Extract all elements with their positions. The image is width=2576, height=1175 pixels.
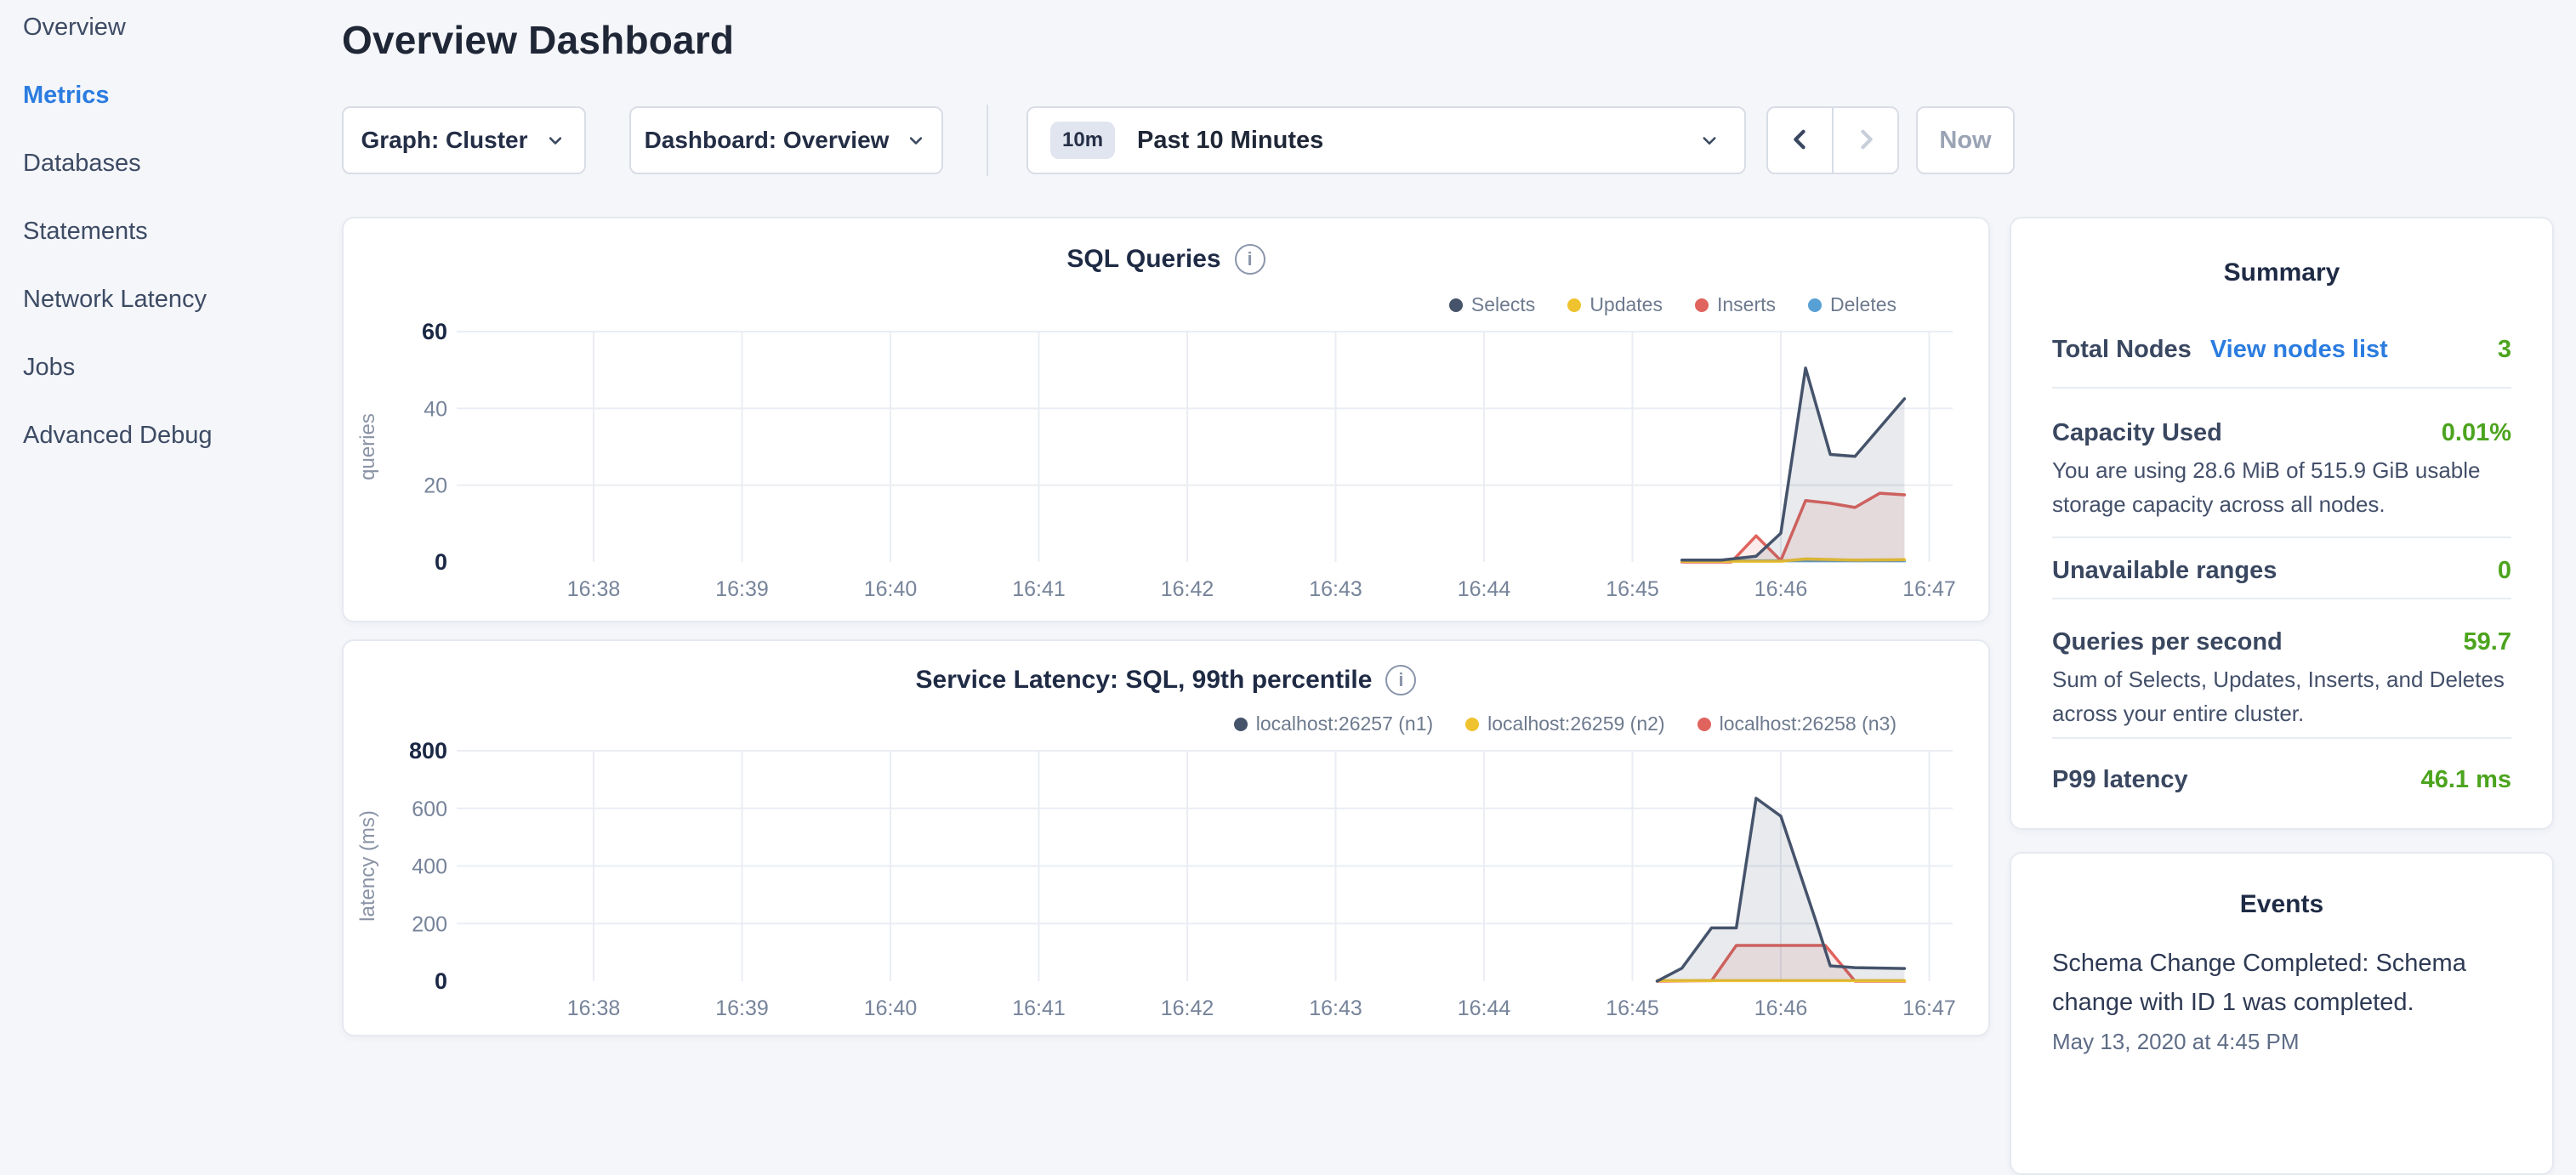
queries-per-second-subtext: Sum of Selects, Updates, Inserts, and De… <box>2052 662 2511 730</box>
svg-text:0: 0 <box>435 968 447 994</box>
prev-range-button[interactable] <box>1768 108 1832 173</box>
svg-text:0: 0 <box>435 549 447 575</box>
sidebar-item-metrics[interactable]: Metrics <box>23 80 342 111</box>
p99-latency-label: P99 latency <box>2052 763 2188 797</box>
event-text: Schema Change Completed: Schema change w… <box>2052 944 2511 1022</box>
queries-per-second-value: 59.7 <box>2464 625 2511 659</box>
svg-text:400: 400 <box>412 855 447 879</box>
svg-text:16:38: 16:38 <box>567 577 621 601</box>
graph-dropdown[interactable]: Graph: Cluster <box>342 106 586 174</box>
total-nodes-label: Total Nodes <box>2052 332 2192 366</box>
svg-text:16:38: 16:38 <box>567 996 621 1020</box>
queries-per-second-label: Queries per second <box>2052 625 2283 659</box>
svg-text:200: 200 <box>412 912 447 936</box>
sidebar-item-statements[interactable]: Statements <box>23 216 342 247</box>
capacity-used-label: Capacity Used <box>2052 416 2222 450</box>
service-latency-chart-card: Service Latency: SQL, 99th percentile i … <box>342 639 1990 1036</box>
graph-dropdown-label: Graph: Cluster <box>361 127 527 154</box>
svg-text:16:40: 16:40 <box>864 577 918 601</box>
divider <box>2052 387 2511 389</box>
svg-text:16:42: 16:42 <box>1161 577 1214 601</box>
event-list-item: Schema Change Completed: Schema change w… <box>2052 944 2511 1055</box>
svg-text:16:43: 16:43 <box>1309 577 1362 601</box>
chevron-down-icon <box>1697 128 1722 153</box>
sidebar-item-network-latency[interactable]: Network Latency <box>23 284 342 315</box>
divider <box>2052 598 2511 599</box>
svg-text:16:46: 16:46 <box>1754 996 1808 1020</box>
chevron-down-icon <box>904 128 928 152</box>
divider <box>2052 536 2511 538</box>
now-button[interactable]: Now <box>1916 106 2015 174</box>
svg-text:16:41: 16:41 <box>1012 577 1066 601</box>
svg-text:16:47: 16:47 <box>1902 577 1956 601</box>
chevron-left-icon <box>1786 125 1815 156</box>
sidebar-item-databases[interactable]: Databases <box>23 148 342 179</box>
summary-row-p99: P99 latency 46.1 ms <box>2052 763 2511 797</box>
sidebar-item-overview[interactable]: Overview <box>23 12 342 43</box>
view-nodes-list-link[interactable]: View nodes list <box>2210 332 2388 366</box>
svg-text:16:40: 16:40 <box>864 996 918 1020</box>
svg-text:20: 20 <box>424 474 447 498</box>
svg-text:16:39: 16:39 <box>715 996 769 1020</box>
sidebar-nav: Overview Metrics Databases Statements Ne… <box>0 0 342 451</box>
divider <box>2052 737 2511 739</box>
time-range-picker[interactable]: 10m Past 10 Minutes <box>1026 106 1746 174</box>
summary-row-qps: Queries per second 59.7 <box>2052 625 2511 659</box>
unavailable-ranges-label: Unavailable ranges <box>2052 553 2277 588</box>
next-range-button[interactable] <box>1832 108 1897 173</box>
unavailable-ranges-value: 0 <box>2498 553 2511 588</box>
svg-text:16:41: 16:41 <box>1012 996 1066 1020</box>
dashboard-dropdown-label: Dashboard: Overview <box>645 127 890 154</box>
capacity-used-value: 0.01% <box>2442 416 2511 450</box>
sidebar-item-jobs[interactable]: Jobs <box>23 352 342 383</box>
svg-text:16:44: 16:44 <box>1458 996 1511 1020</box>
svg-text:16:46: 16:46 <box>1754 577 1808 601</box>
time-range-label: Past 10 Minutes <box>1137 127 1323 155</box>
service-latency-chart-plot[interactable]: 0 200 400 600 800 16:38 16:39 16:40 16:41 16:42 16… <box>344 641 1988 1035</box>
svg-text:60: 60 <box>422 319 447 344</box>
svg-text:16:43: 16:43 <box>1309 996 1362 1020</box>
sidebar: Overview Metrics Databases Statements Ne… <box>0 0 342 1051</box>
chevron-down-icon <box>543 128 567 152</box>
sidebar-item-advanced-debug[interactable]: Advanced Debug <box>23 420 342 451</box>
event-timestamp: May 13, 2020 at 4:45 PM <box>2052 1029 2511 1055</box>
events-panel: Events Schema Change Completed: Schema c… <box>2010 852 2554 1175</box>
sql-queries-chart-card: SQL Queries i SelectsUpdatesInsertsDelet… <box>342 217 1990 622</box>
total-nodes-value: 3 <box>2498 332 2511 366</box>
dashboard-dropdown[interactable]: Dashboard: Overview <box>629 106 943 174</box>
controls-divider <box>987 105 988 176</box>
page-title: Overview Dashboard <box>342 17 734 63</box>
svg-text:queries: queries <box>356 413 379 480</box>
svg-text:16:39: 16:39 <box>715 577 769 601</box>
summary-row-total-nodes: Total Nodes View nodes list 3 <box>2052 332 2511 366</box>
svg-text:16:45: 16:45 <box>1606 996 1659 1020</box>
chevron-right-icon <box>1851 125 1880 156</box>
svg-text:latency (ms): latency (ms) <box>356 810 379 922</box>
summary-row-capacity: Capacity Used 0.01% <box>2052 416 2511 450</box>
summary-title: Summary <box>2052 256 2511 290</box>
svg-text:800: 800 <box>409 738 447 763</box>
p99-latency-value: 46.1 ms <box>2421 763 2511 797</box>
svg-text:40: 40 <box>424 397 447 421</box>
time-pager <box>1766 106 1899 174</box>
svg-text:16:42: 16:42 <box>1161 996 1214 1020</box>
summary-row-unavailable-ranges: Unavailable ranges 0 <box>2052 553 2511 588</box>
summary-panel: Summary Total Nodes View nodes list 3 Ca… <box>2010 217 2554 830</box>
svg-text:600: 600 <box>412 798 447 821</box>
svg-text:16:47: 16:47 <box>1902 996 1956 1020</box>
svg-text:16:45: 16:45 <box>1606 577 1659 601</box>
svg-text:16:44: 16:44 <box>1458 577 1511 601</box>
time-range-badge: 10m <box>1050 122 1115 159</box>
capacity-used-subtext: You are using 28.6 MiB of 515.9 GiB usab… <box>2052 453 2511 521</box>
events-title: Events <box>2052 888 2511 922</box>
sql-queries-chart-plot[interactable]: 0 20 40 60 16:38 16:39 16:40 16:41 16:42 16:43 16:… <box>344 219 1988 621</box>
